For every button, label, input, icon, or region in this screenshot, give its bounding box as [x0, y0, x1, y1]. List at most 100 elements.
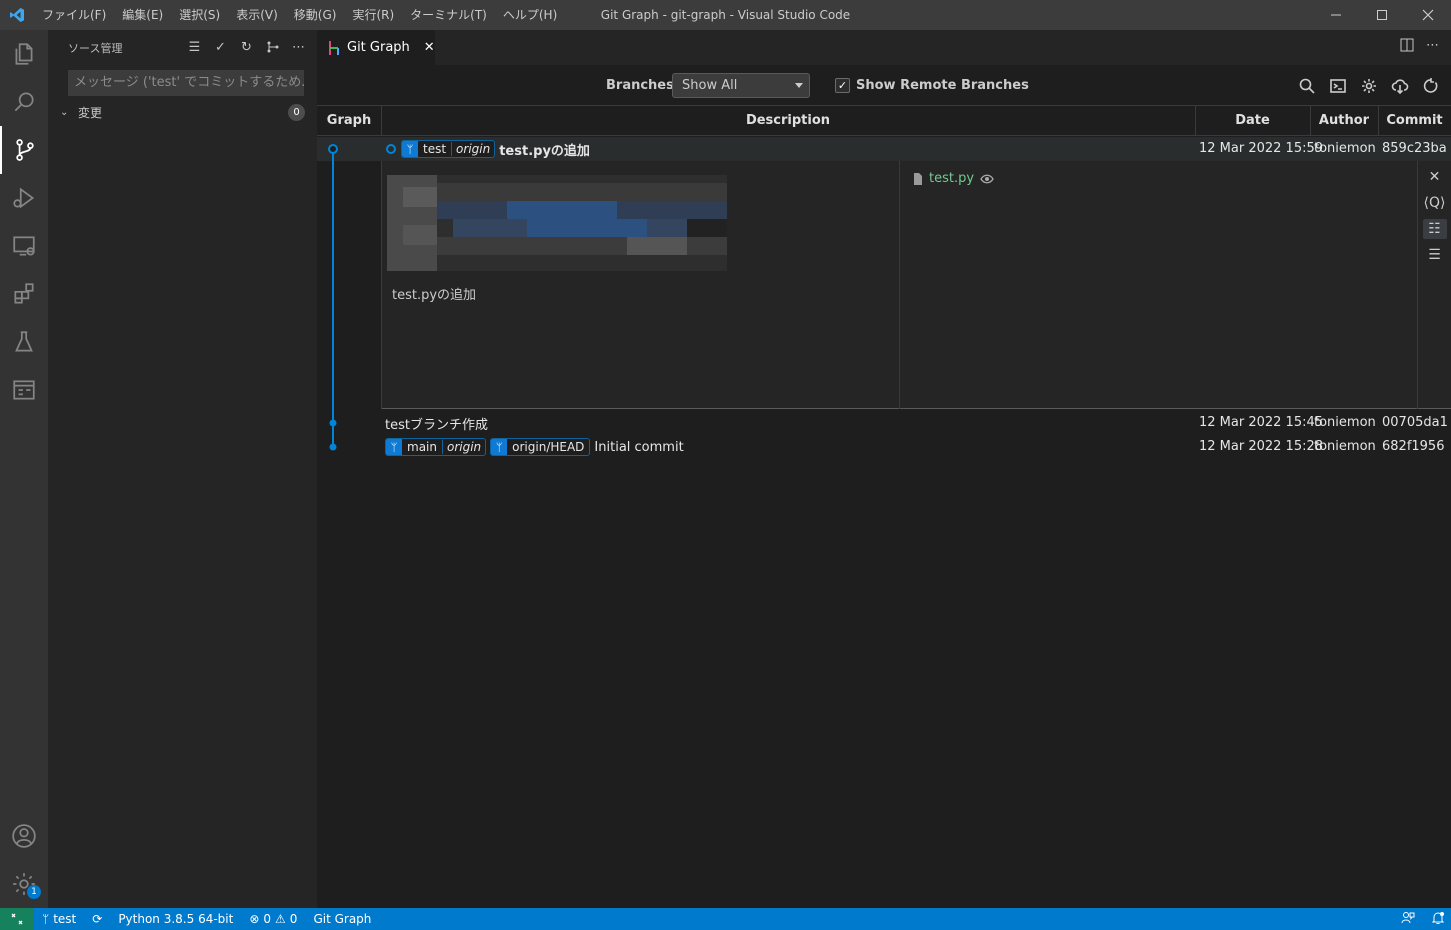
review-mode-icon[interactable]: ⟨Q⟩: [1423, 193, 1447, 213]
git-branch-icon: ᛘ: [42, 912, 50, 926]
git-graph-toolbar: [1297, 76, 1441, 96]
git-graph-view: Branches: Show All ✓ Show Remote Branche…: [317, 65, 1451, 908]
explorer-icon[interactable]: [0, 30, 48, 78]
feedback-icon[interactable]: [1401, 911, 1415, 928]
fetch-cloud-icon[interactable]: [1390, 76, 1410, 96]
commit-hash: 682f1956: [1382, 439, 1445, 454]
testing-icon[interactable]: [0, 318, 48, 366]
branches-dropdown[interactable]: Show All: [672, 73, 810, 98]
graph-commit-node: [329, 419, 337, 427]
menu-file[interactable]: ファイル(F): [34, 0, 114, 30]
sidebar-actions: ☰ ✓ ↻ ⋯: [186, 38, 307, 56]
split-editor-icon[interactable]: [1400, 38, 1414, 56]
tree-view-icon[interactable]: ☷: [1422, 219, 1447, 239]
minimize-icon[interactable]: [1313, 0, 1359, 30]
view-as-tree-icon[interactable]: ☰: [186, 38, 203, 56]
commit-details-summary: test.pyの追加: [381, 161, 900, 409]
python-interpreter[interactable]: Python 3.8.5 64-bit: [110, 908, 241, 930]
remote-indicator-icon[interactable]: [0, 908, 34, 930]
commit-dot-icon: [386, 144, 396, 154]
close-window-icon[interactable]: [1405, 0, 1451, 30]
problems-status[interactable]: ⊗ 0 ⚠ 0: [241, 908, 305, 930]
run-debug-icon[interactable]: [0, 174, 48, 222]
menu-edit[interactable]: 編集(E): [114, 0, 171, 30]
header-date[interactable]: Date: [1195, 106, 1310, 136]
graph-commit-node: [328, 144, 338, 154]
branch-ref-origin-head[interactable]: ᛘ origin/HEAD: [490, 438, 591, 456]
menu-bar: ファイル(F) 編集(E) 選択(S) 表示(V) 移動(G) 実行(R) ター…: [34, 0, 565, 30]
branch-ref-main[interactable]: ᛘ main origin: [385, 438, 487, 456]
git-graph-status[interactable]: Git Graph: [305, 908, 379, 930]
changes-section[interactable]: ⌄ 変更 0: [48, 101, 317, 123]
view-file-eye-icon[interactable]: [980, 173, 994, 185]
commit-row[interactable]: ᛘ test origin test.pyの追加 12 Mar 2022 15:…: [317, 137, 1451, 161]
branch-name: test: [53, 912, 77, 926]
dropdown-caret-icon: [795, 83, 803, 88]
editor-more-icon[interactable]: ⋯: [1426, 38, 1439, 56]
more-actions-icon[interactable]: ⋯: [290, 38, 307, 56]
commit-row[interactable]: testブランチ作成 12 Mar 2022 15:45 toniemon 00…: [317, 411, 1451, 435]
changes-count-badge: 0: [288, 104, 305, 121]
git-graph-tab-icon: [329, 40, 339, 55]
show-remote-branches-label[interactable]: Show Remote Branches: [856, 78, 1029, 93]
commit-author: toniemon: [1314, 439, 1376, 454]
title-bar: ファイル(F) 編集(E) 選択(S) 表示(V) 移動(G) 実行(R) ター…: [0, 0, 1451, 30]
menu-help[interactable]: ヘルプ(H): [495, 0, 565, 30]
branches-label: Branches:: [606, 78, 680, 93]
commit-author: toniemon: [1314, 415, 1376, 430]
menu-go[interactable]: 移動(G): [286, 0, 345, 30]
menu-terminal[interactable]: ターミナル(T): [402, 0, 495, 30]
tab-label: Git Graph: [347, 40, 410, 55]
search-icon[interactable]: [0, 78, 48, 126]
menu-run[interactable]: 実行(R): [344, 0, 402, 30]
editor-actions: ⋯: [1400, 38, 1439, 56]
header-description[interactable]: Description: [381, 106, 1195, 136]
header-author[interactable]: Author: [1310, 106, 1378, 136]
branch-icon: ᛘ: [491, 439, 508, 455]
menu-view[interactable]: 表示(V): [228, 0, 286, 30]
chevron-down-icon: ⌄: [60, 106, 69, 118]
error-icon: ⊗: [249, 912, 260, 926]
terminal-icon[interactable]: [1328, 76, 1348, 96]
header-graph[interactable]: Graph: [317, 106, 381, 136]
menu-selection[interactable]: 選択(S): [171, 0, 228, 30]
close-details-icon[interactable]: ✕: [1423, 167, 1447, 187]
manage-gear-icon[interactable]: [0, 860, 48, 908]
update-badge: 1: [27, 885, 41, 899]
close-tab-icon[interactable]: ✕: [424, 40, 435, 55]
file-name[interactable]: test.py: [929, 171, 974, 186]
accounts-icon[interactable]: [0, 812, 48, 860]
refresh-icon[interactable]: ↻: [238, 38, 255, 56]
commit-author: toniemon: [1314, 141, 1376, 156]
source-control-icon[interactable]: [0, 126, 48, 174]
sync-icon[interactable]: ⟳: [84, 908, 110, 930]
branch-ref-test[interactable]: ᛘ test origin: [401, 140, 496, 158]
list-view-icon[interactable]: ☰: [1423, 245, 1447, 265]
graph-commit-node: [329, 443, 337, 451]
branch-icon: ᛘ: [386, 439, 402, 455]
extensions-icon[interactable]: [0, 270, 48, 318]
commit-check-icon[interactable]: ✓: [212, 38, 229, 56]
commit-row[interactable]: ᛘ main origin ᛘ origin/HEAD Initial comm…: [317, 435, 1451, 459]
warning-count: 0: [289, 912, 298, 926]
file-item[interactable]: test.py: [913, 171, 994, 186]
ref-name: origin/HEAD: [512, 440, 585, 454]
show-remote-branches-checkbox[interactable]: ✓: [835, 78, 850, 93]
remote-explorer-icon[interactable]: [0, 222, 48, 270]
git-graph-view-icon[interactable]: [264, 38, 281, 56]
maximize-icon[interactable]: [1359, 0, 1405, 30]
branch-status[interactable]: ᛘ test: [34, 908, 84, 930]
find-icon[interactable]: [1297, 76, 1317, 96]
header-commit[interactable]: Commit: [1378, 106, 1451, 136]
error-count: 0: [263, 912, 272, 926]
commit-date: 12 Mar 2022 15:45: [1199, 415, 1324, 430]
git-graph-controls: Branches: Show All ✓ Show Remote Branche…: [317, 65, 1451, 105]
vscode-logo-icon: [0, 0, 34, 30]
refresh-view-icon[interactable]: [1421, 76, 1441, 96]
git-graph-panel-icon[interactable]: [0, 366, 48, 414]
tab-git-graph[interactable]: Git Graph ✕: [317, 30, 435, 65]
changes-label: 変更: [78, 105, 103, 120]
commit-message-input[interactable]: メッセージ ('test' でコミットするため...: [68, 70, 304, 96]
notifications-bell-icon[interactable]: [1431, 911, 1445, 928]
settings-gear-icon[interactable]: [1359, 76, 1379, 96]
